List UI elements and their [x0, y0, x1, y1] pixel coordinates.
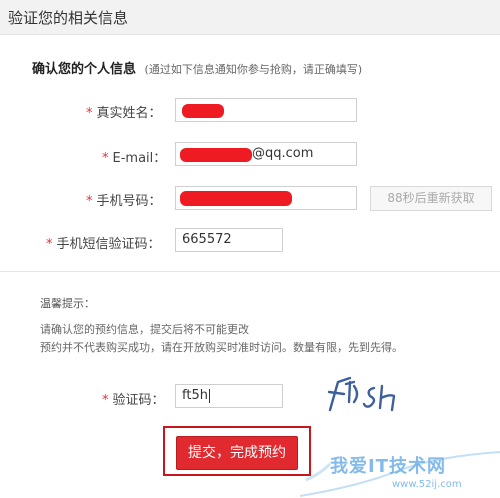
- captcha-label: * 验证码：: [102, 389, 165, 408]
- section-title-text: 确认您的个人信息: [32, 62, 137, 77]
- captcha-input[interactable]: ft5h: [175, 384, 283, 408]
- redaction-mark: [180, 148, 252, 162]
- redaction-mark: [180, 191, 292, 206]
- submit-button[interactable]: 提交，完成预约: [176, 436, 298, 470]
- required-mark: *: [46, 237, 53, 252]
- watermark-url: www.52ij.com: [392, 479, 462, 490]
- page-header: 验证您的相关信息: [0, 0, 500, 35]
- text-cursor: [208, 388, 210, 403]
- required-mark: *: [86, 194, 93, 209]
- required-mark: *: [86, 106, 93, 121]
- name-label: * 真实姓名：: [86, 102, 162, 121]
- required-mark: *: [102, 151, 109, 166]
- required-mark: *: [102, 393, 109, 408]
- redaction-mark: [182, 104, 224, 118]
- page-title: 验证您的相关信息: [8, 9, 129, 27]
- watermark-title: 我爱IT技术网: [330, 456, 446, 477]
- phone-label: * 手机号码：: [86, 190, 162, 209]
- tips-title: 温馨提示：: [40, 297, 95, 310]
- email-value: @qq.com: [252, 146, 314, 161]
- email-label: * E-mail：: [102, 147, 166, 166]
- section-divider: [0, 271, 500, 272]
- sms-code-label-text: 手机短信验证码：: [56, 237, 161, 252]
- phone-label-text: 手机号码：: [96, 194, 162, 209]
- captcha-image[interactable]: [320, 372, 420, 418]
- sms-code-value: 665572: [182, 232, 232, 247]
- captcha-label-text: 验证码：: [112, 393, 165, 408]
- tip-item: 预约并不代表购买成功，请在开放购买时准时访问。数量有限，先到先得。: [40, 341, 403, 354]
- sms-code-label: * 手机短信验证码：: [46, 233, 161, 252]
- sms-code-input[interactable]: 665572: [175, 228, 283, 252]
- name-label-text: 真实姓名：: [96, 106, 162, 121]
- section-hint: (通过如下信息通知你参与抢购，请正确填写): [144, 63, 363, 76]
- tip-item: 请确认您的预约信息，提交后将不可能更改: [40, 323, 249, 336]
- resend-code-button[interactable]: 88秒后重新获取: [370, 186, 492, 211]
- email-label-text: E-mail：: [112, 151, 167, 166]
- section-title: 确认您的个人信息 (通过如下信息通知你参与抢购，请正确填写): [32, 58, 362, 77]
- captcha-value: ft5h: [182, 388, 208, 403]
